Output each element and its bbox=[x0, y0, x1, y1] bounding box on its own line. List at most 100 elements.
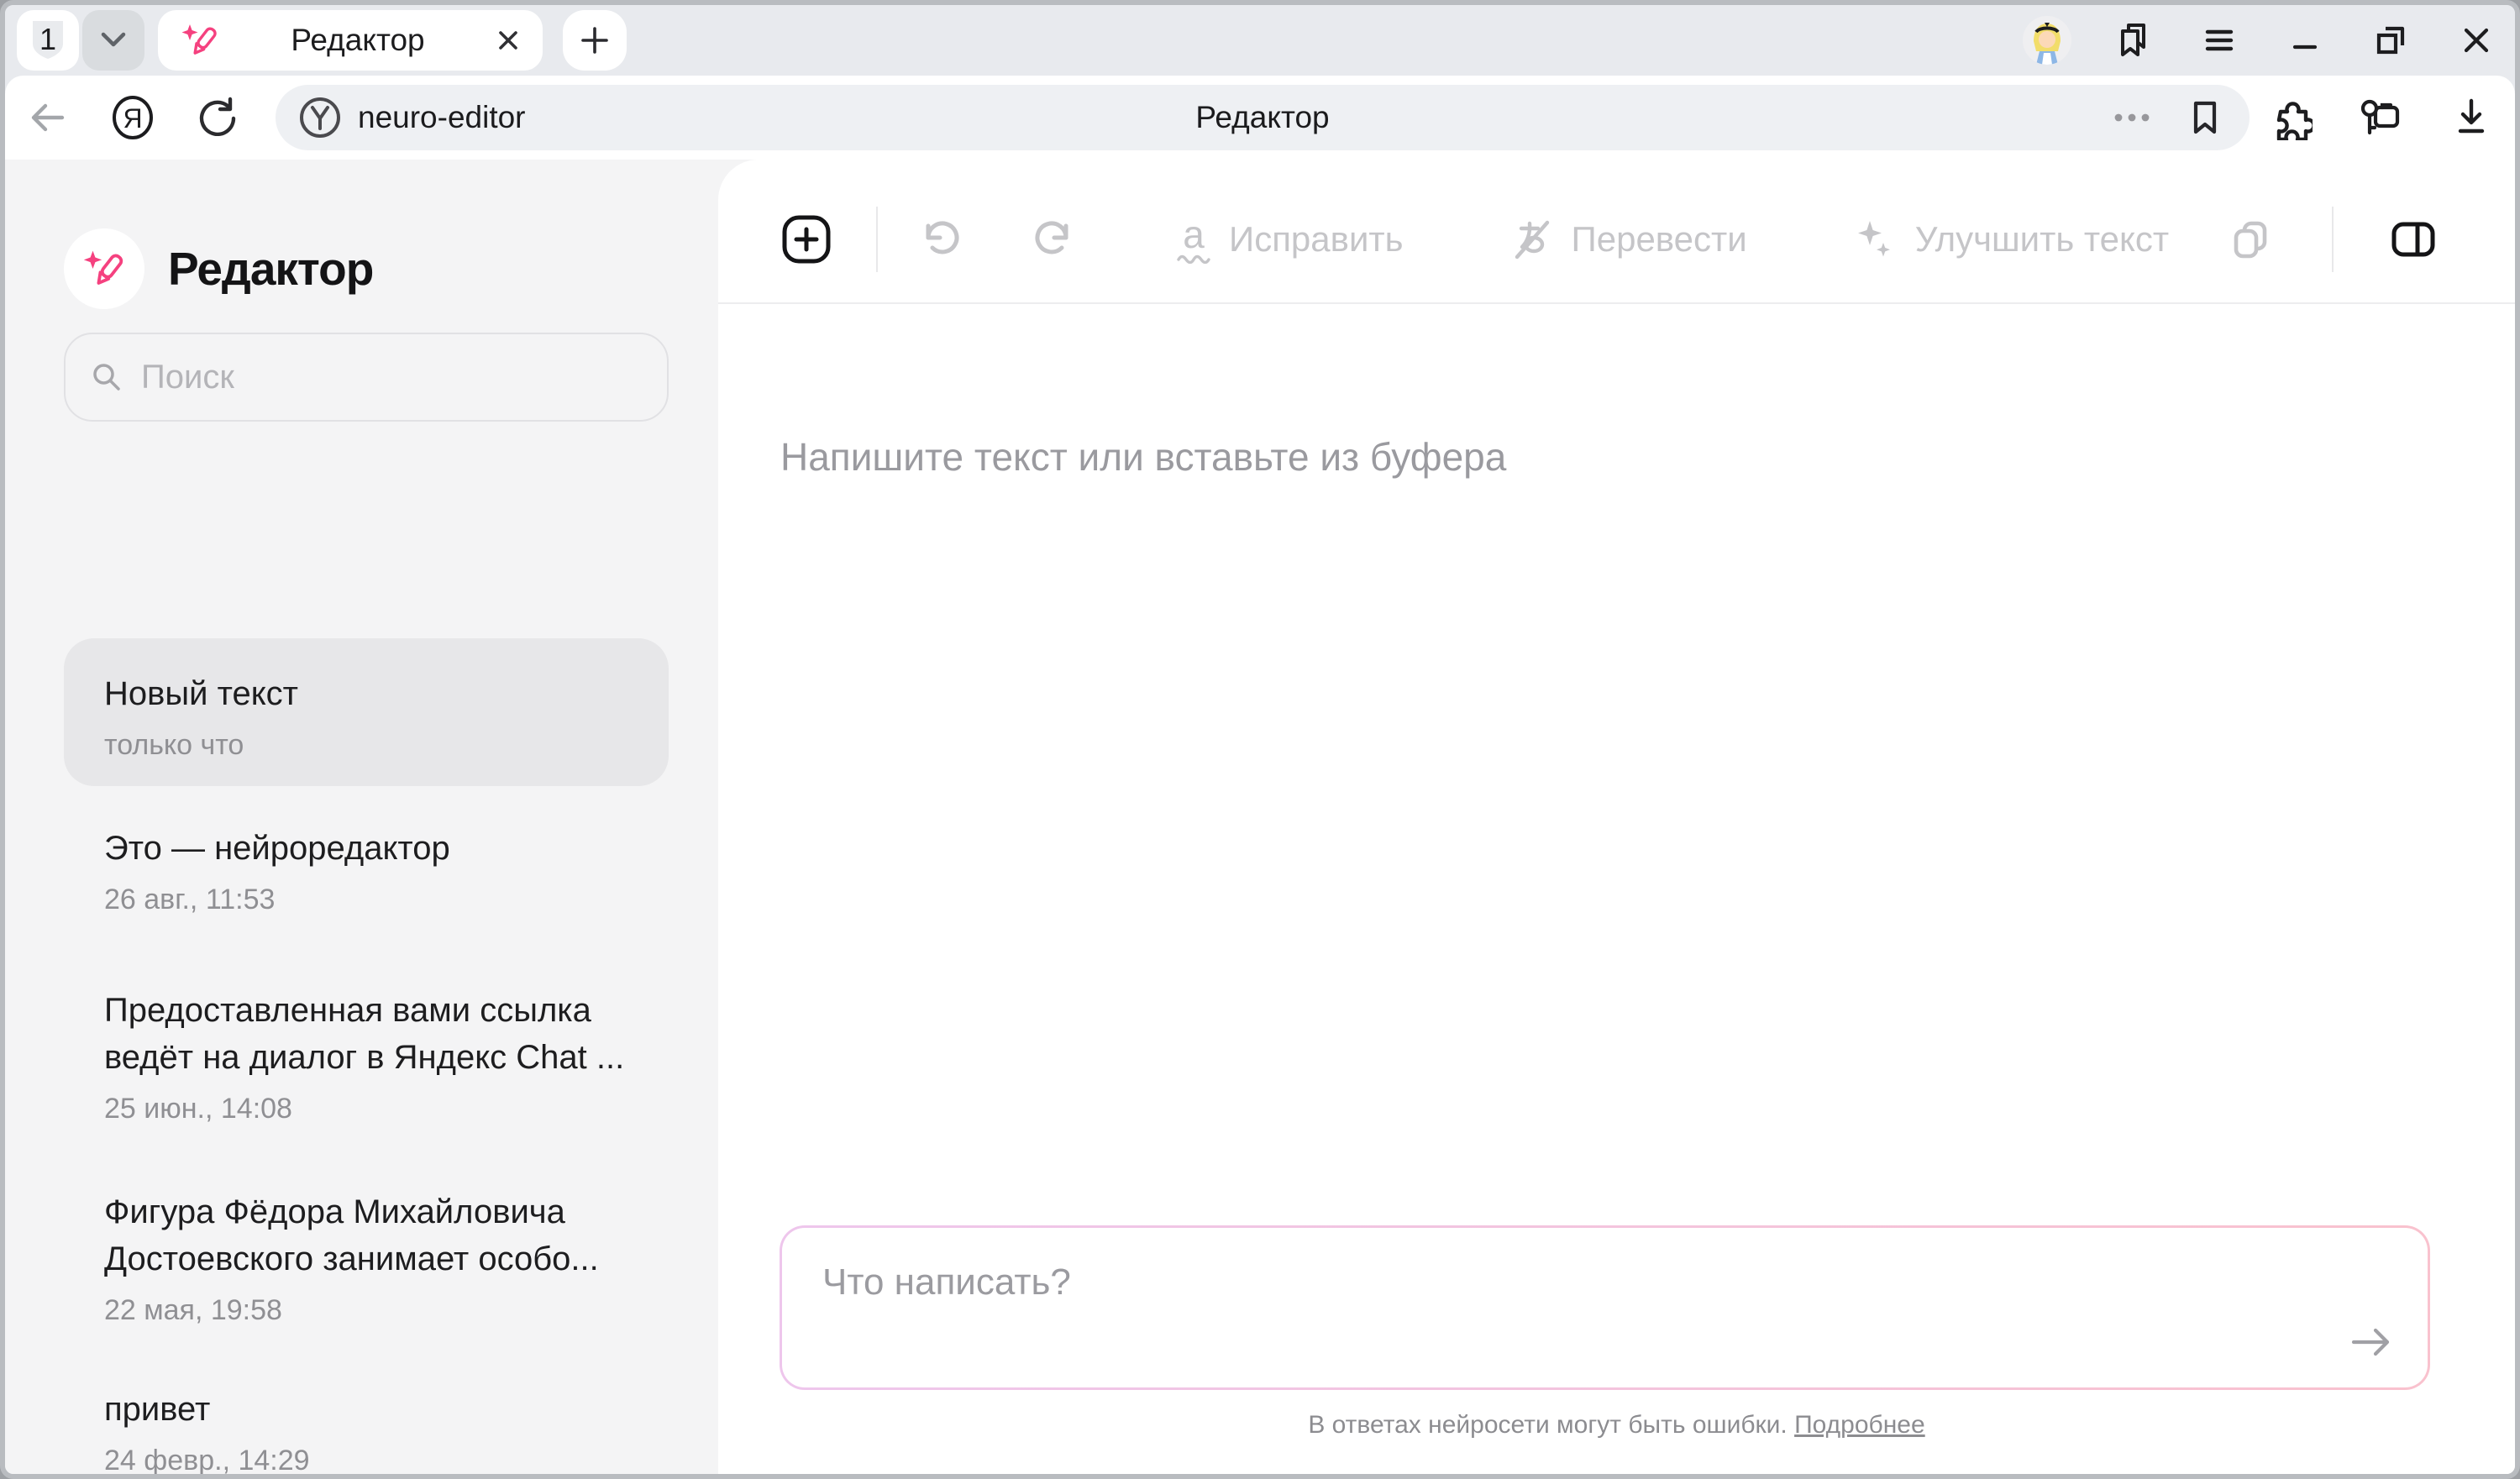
toolbar-divider bbox=[876, 207, 878, 272]
back-button[interactable] bbox=[24, 94, 71, 141]
panel-toggle-icon bbox=[2389, 218, 2438, 260]
app-title: Редактор bbox=[168, 242, 373, 296]
editor-toolbar: а Исправить Перевести bbox=[718, 160, 2515, 304]
note-item[interactable]: Это — нейроредактор 26 авг., 11:53 bbox=[64, 825, 669, 916]
restore-icon bbox=[2371, 21, 2410, 60]
copy-button[interactable] bbox=[2228, 217, 2273, 262]
note-item-selected[interactable]: Новый текст только что bbox=[64, 638, 669, 786]
note-time: 25 июн., 14:08 bbox=[104, 1093, 628, 1125]
bookmarks-panel-icon bbox=[2113, 19, 2155, 61]
menu-icon bbox=[2201, 24, 2238, 57]
magic-pencil-icon bbox=[180, 20, 220, 60]
minimize-icon bbox=[2288, 24, 2322, 57]
note-title: Фигура Фёдора Михайловича Достоевского з… bbox=[104, 1188, 628, 1282]
avatar[interactable] bbox=[2023, 16, 2071, 65]
passwords-button[interactable] bbox=[2357, 94, 2404, 141]
sidebar: Редактор Новый текст только что Это — не… bbox=[5, 160, 718, 1474]
magic-pencil-icon bbox=[81, 246, 127, 291]
bookmarks-panel-button[interactable] bbox=[2110, 17, 2157, 64]
add-note-icon bbox=[780, 213, 832, 265]
tab-editor[interactable]: Редактор bbox=[158, 10, 543, 71]
back-icon bbox=[25, 97, 69, 138]
translate-label: Перевести bbox=[1572, 219, 1747, 260]
restore-button[interactable] bbox=[2367, 17, 2414, 64]
note-time: 24 февр., 14:29 bbox=[104, 1445, 628, 1477]
spellcheck-icon: а bbox=[1177, 215, 1210, 264]
editor-placeholder[interactable]: Напишите текст или вставьте из буфера bbox=[780, 434, 1506, 480]
reload-icon bbox=[197, 96, 240, 139]
reload-button[interactable] bbox=[195, 94, 242, 141]
extensions-icon bbox=[2267, 95, 2313, 140]
prompt-placeholder: Что написать? bbox=[822, 1261, 1071, 1303]
disclaimer-link[interactable]: Подробнее bbox=[1794, 1411, 1925, 1439]
undo-icon bbox=[918, 218, 965, 261]
redo-button[interactable] bbox=[1029, 218, 1076, 261]
search-icon bbox=[89, 359, 124, 395]
note-item[interactable]: привет 24 февр., 14:29 bbox=[64, 1386, 669, 1477]
page-title: Редактор bbox=[276, 100, 2250, 135]
chevron-down-icon bbox=[97, 28, 130, 53]
add-note-button[interactable] bbox=[780, 213, 832, 265]
search-box[interactable] bbox=[64, 333, 669, 422]
site-icon bbox=[297, 95, 343, 140]
disclaimer: В ответах нейросети могут быть ошибки. П… bbox=[718, 1411, 2515, 1440]
tab-strip: 1 Редактор bbox=[5, 5, 2515, 76]
tab-title: Редактор bbox=[220, 23, 496, 58]
copy-icon bbox=[2228, 217, 2273, 262]
improve-button[interactable]: Улучшить текст bbox=[1853, 218, 2169, 261]
tab-count: 1 bbox=[39, 22, 56, 56]
minimize-button[interactable] bbox=[2281, 17, 2328, 64]
content-area: Редактор Новый текст только что Это — не… bbox=[5, 160, 2515, 1474]
note-title: Это — нейроредактор bbox=[104, 825, 628, 872]
sparkles-icon bbox=[1853, 218, 1897, 261]
send-button[interactable] bbox=[2349, 1319, 2396, 1366]
window-close-icon bbox=[2460, 24, 2493, 57]
address-bar-row: Я neuro-editor Редактор bbox=[5, 76, 2515, 160]
note-item[interactable]: Предоставленная вами ссылка ведёт на диа… bbox=[64, 987, 669, 1125]
note-title: Предоставленная вами ссылка ведёт на диа… bbox=[104, 987, 628, 1081]
send-arrow-icon bbox=[2350, 1324, 2394, 1361]
passwords-icon bbox=[2357, 96, 2404, 139]
improve-label: Улучшить текст bbox=[1915, 219, 2169, 260]
toolbar-divider bbox=[2332, 207, 2334, 272]
yandex-icon: Я bbox=[109, 94, 156, 141]
browser-menu-button[interactable] bbox=[2196, 17, 2243, 64]
extensions-button[interactable] bbox=[2266, 94, 2313, 141]
yandex-home-button[interactable]: Я bbox=[109, 94, 156, 141]
tab-list-button[interactable] bbox=[82, 10, 144, 71]
app-logo: Редактор bbox=[64, 228, 373, 309]
fix-button[interactable]: а Исправить bbox=[1177, 215, 1404, 264]
download-icon bbox=[2450, 96, 2492, 139]
tab-counter-button[interactable]: 1 bbox=[17, 10, 79, 71]
note-title: Новый текст bbox=[104, 670, 628, 717]
more-dots-icon[interactable] bbox=[2112, 111, 2152, 124]
note-time: 26 авг., 11:53 bbox=[104, 884, 628, 916]
translate-icon bbox=[1509, 218, 1553, 261]
tab-counter-shield-icon: 1 bbox=[26, 17, 70, 64]
tab-close-icon[interactable] bbox=[496, 28, 521, 53]
note-time: только что bbox=[104, 729, 628, 762]
window-close-button[interactable] bbox=[2453, 17, 2500, 64]
undo-button[interactable] bbox=[918, 218, 965, 261]
avatar-image bbox=[2023, 16, 2071, 65]
fix-label: Исправить bbox=[1229, 219, 1404, 260]
editor-panel: а Исправить Перевести bbox=[718, 160, 2515, 1474]
bookmark-icon[interactable] bbox=[2186, 97, 2224, 138]
note-title: привет bbox=[104, 1386, 628, 1433]
address-bar[interactable]: neuro-editor Редактор bbox=[276, 85, 2250, 150]
panel-toggle-button[interactable] bbox=[2389, 218, 2438, 260]
redo-icon bbox=[1029, 218, 1076, 261]
note-time: 22 мая, 19:58 bbox=[104, 1294, 628, 1327]
new-tab-button[interactable] bbox=[563, 10, 627, 71]
plus-icon bbox=[580, 25, 610, 55]
svg-text:Я: Я bbox=[123, 103, 142, 134]
disclaimer-text: В ответах нейросети могут быть ошибки. bbox=[1308, 1411, 1787, 1439]
app-logo-circle bbox=[64, 228, 144, 309]
note-item[interactable]: Фигура Фёдора Михайловича Достоевского з… bbox=[64, 1188, 669, 1327]
prompt-box[interactable]: Что написать? bbox=[780, 1225, 2430, 1390]
browser-window: 1 Редактор bbox=[0, 0, 2520, 1479]
translate-button[interactable]: Перевести bbox=[1509, 218, 1747, 261]
url-text: neuro-editor bbox=[358, 100, 526, 135]
search-input[interactable] bbox=[139, 358, 610, 397]
downloads-button[interactable] bbox=[2448, 94, 2495, 141]
